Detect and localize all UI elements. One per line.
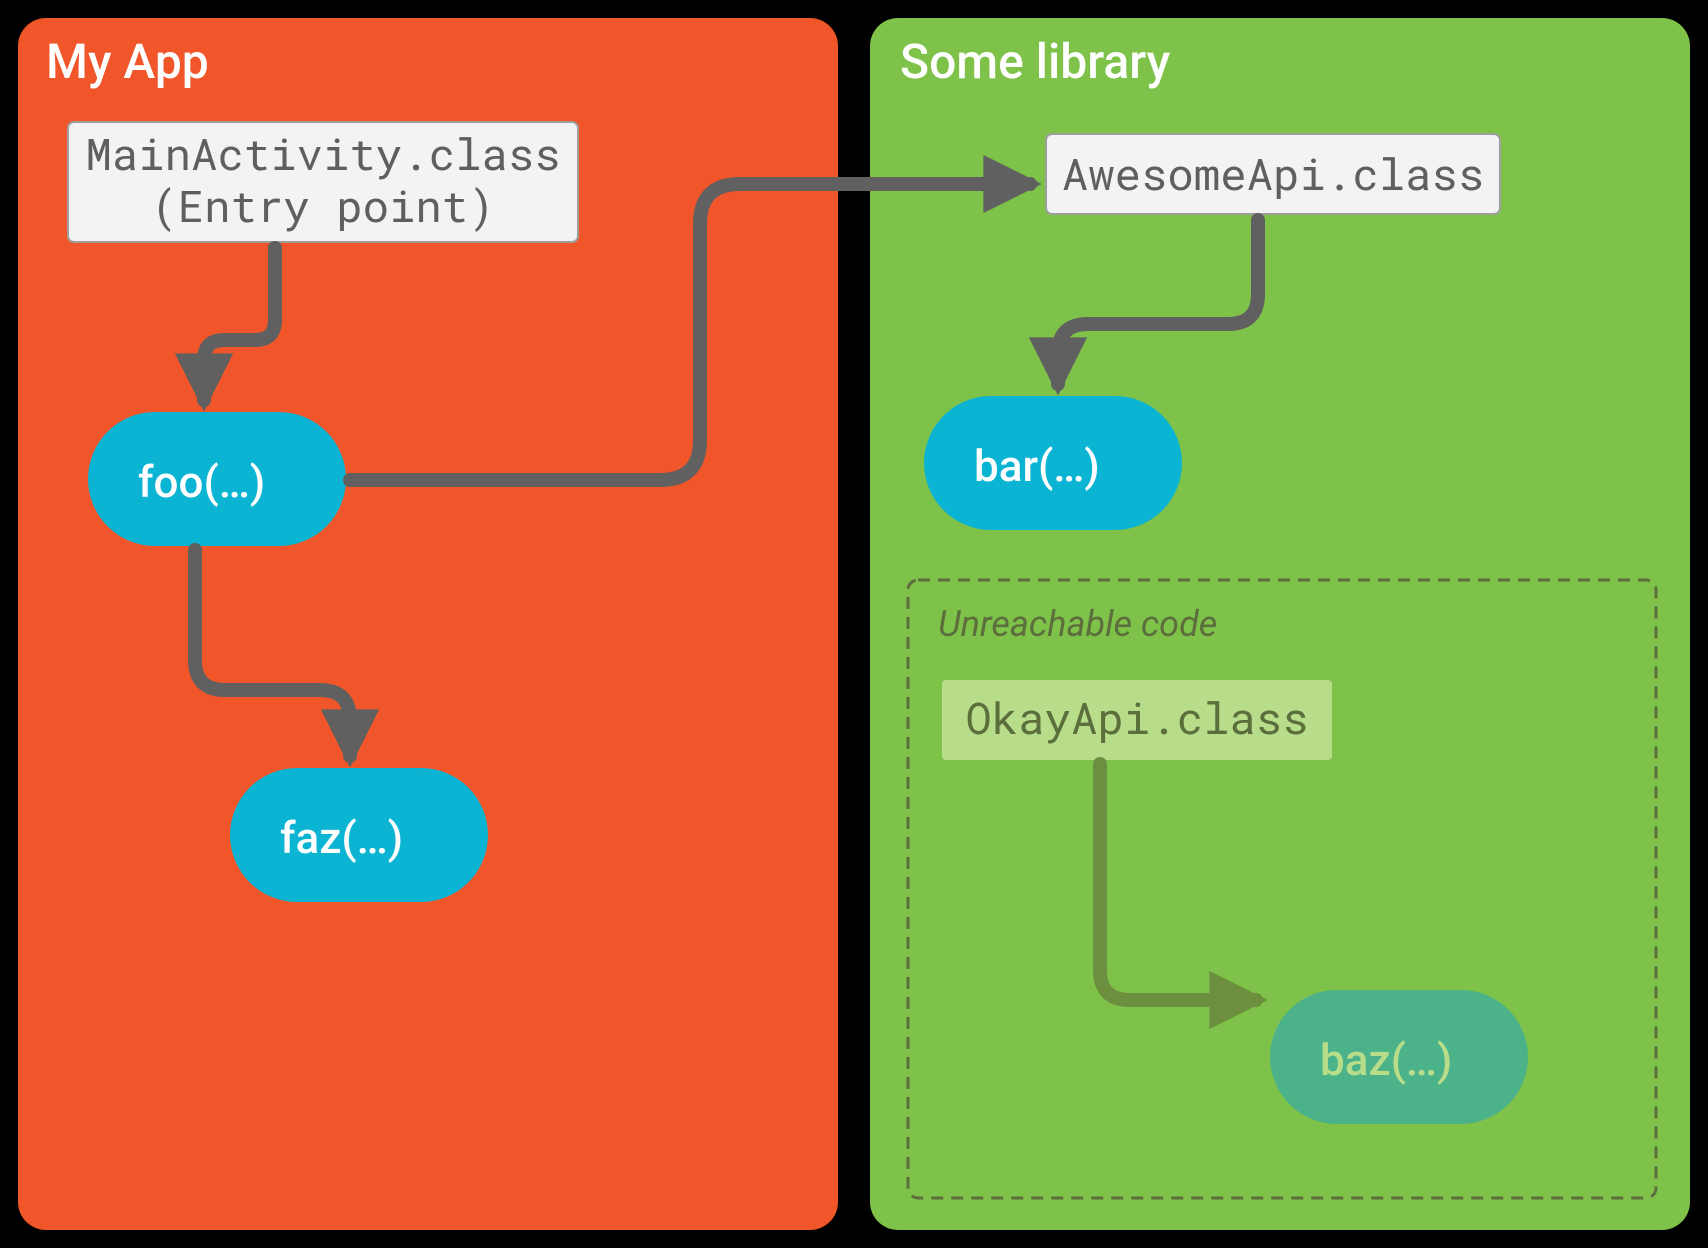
node-foo: foo(…) bbox=[88, 412, 346, 546]
main-activity-line1: MainActivity.class bbox=[85, 124, 560, 182]
node-bar-label: bar(…) bbox=[974, 440, 1100, 492]
panel-some-library: Some library AwesomeApi.class bar(…) Unr… bbox=[870, 18, 1690, 1230]
node-baz-label: baz(…) bbox=[1320, 1034, 1452, 1086]
panel-my-app: My App MainActivity.class (Entry point) … bbox=[18, 18, 838, 1230]
diagram-root: My App MainActivity.class (Entry point) … bbox=[0, 0, 1708, 1248]
panel-my-app-title: My App bbox=[46, 33, 209, 90]
node-okay-api: OkayApi.class bbox=[942, 680, 1332, 760]
okay-api-label: OkayApi.class bbox=[965, 688, 1308, 746]
node-faz-label: faz(…) bbox=[280, 812, 403, 864]
node-baz: baz(…) bbox=[1270, 990, 1528, 1124]
node-main-activity: MainActivity.class (Entry point) bbox=[68, 122, 578, 242]
panel-some-library-title: Some library bbox=[900, 33, 1171, 90]
node-foo-label: foo(…) bbox=[138, 456, 265, 508]
node-awesome-api: AwesomeApi.class bbox=[1046, 134, 1500, 214]
node-faz: faz(…) bbox=[230, 768, 488, 902]
node-bar: bar(…) bbox=[924, 396, 1182, 530]
unreachable-title: Unreachable code bbox=[938, 603, 1217, 645]
awesome-api-label: AwesomeApi.class bbox=[1062, 144, 1484, 202]
main-activity-line2: (Entry point) bbox=[151, 176, 494, 234]
